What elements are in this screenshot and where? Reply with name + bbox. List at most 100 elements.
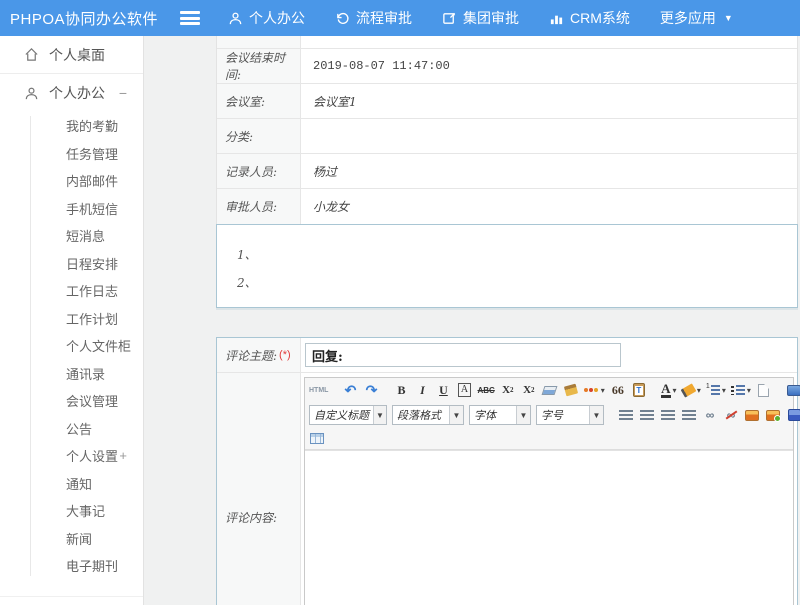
history-icon: [335, 11, 350, 26]
align-right-icon[interactable]: [660, 407, 676, 424]
font-size-select[interactable]: 字号 ▼: [536, 405, 604, 425]
redo-icon[interactable]: ↷: [363, 382, 379, 399]
align-left-icon[interactable]: [618, 407, 634, 424]
bold-button[interactable]: B: [393, 382, 409, 399]
sidebar-item-label: 内部邮件: [66, 171, 118, 190]
doodle-icon[interactable]: [584, 382, 605, 399]
rich-text-editor: HTML ↶ ↷ B I U A ABC X2 X2: [304, 377, 794, 605]
sidebar-item-label: 任务管理: [66, 144, 118, 163]
menu-toggle-icon[interactable]: [180, 11, 200, 25]
paragraph-format-select[interactable]: 段落格式 ▼: [392, 405, 464, 425]
sidebar-item-internal-mail[interactable]: 内部邮件: [0, 167, 143, 195]
meeting-minutes-box[interactable]: 1、 2、: [216, 224, 798, 308]
sidebar-item-label: 个人桌面: [49, 45, 105, 65]
required-mark: (*): [279, 349, 291, 361]
row-label: 记录人员:: [217, 154, 301, 188]
nav-group-approval[interactable]: 集团审批: [442, 8, 519, 28]
source-code-button[interactable]: HTML: [309, 382, 328, 399]
minutes-line: 1、: [237, 241, 797, 269]
sidebar-item-e-journal[interactable]: 电子期刊: [0, 552, 143, 580]
sidebar-item-contacts[interactable]: 通讯录: [0, 360, 143, 388]
sidebar-item-workflow-approval[interactable]: 流程审批 +: [0, 596, 143, 605]
insert-table-icon[interactable]: [309, 430, 325, 447]
insert-image-icon[interactable]: [744, 407, 760, 424]
comment-form: 评论主题: (*) 评论内容: HTML ↶ ↷ B: [216, 337, 798, 605]
font-color-icon[interactable]: A: [661, 382, 677, 399]
sidebar-item-announcement[interactable]: 公告: [0, 415, 143, 443]
app-header: PHPOA协同办公软件 个人办公 流程审批: [0, 0, 800, 36]
row-value: 杨过: [301, 154, 797, 188]
editor-toolbar-row-2: 自定义标题 ▼ 段落格式 ▼ 字体 ▼ 字号 ▼: [305, 402, 793, 428]
sidebar-item-personal-desktop[interactable]: 个人桌面: [0, 36, 143, 74]
nav-more-apps[interactable]: 更多应用 ▼: [660, 8, 733, 28]
strikethrough-button[interactable]: ABC: [477, 382, 494, 399]
paste-text-icon[interactable]: T: [631, 382, 647, 399]
table-row-meeting-end-time: 会议结束时间: 2019-08-07 11:47:00: [217, 49, 797, 84]
sidebar-item-label: 个人设置: [66, 446, 118, 465]
comment-content-label: 评论内容:: [217, 373, 301, 605]
top-nav: 个人办公 流程审批 集团审批 CRM系统: [228, 8, 733, 28]
comment-subject-label: 评论主题: (*): [217, 338, 301, 372]
row-value: 小龙女: [301, 189, 797, 224]
insert-media-icon[interactable]: [786, 407, 800, 424]
unordered-list-icon[interactable]: [731, 382, 751, 399]
sidebar-item-label: 个人办公: [49, 83, 105, 103]
sidebar-item-notice[interactable]: 通知: [0, 470, 143, 498]
expand-icon[interactable]: +: [119, 448, 127, 463]
format-brush-icon[interactable]: [563, 382, 579, 399]
sidebar-item-task-management[interactable]: 任务管理: [0, 140, 143, 168]
sidebar-item-personal-file-cabinet[interactable]: 个人文件柜: [0, 332, 143, 360]
font-family-select[interactable]: 字体 ▼: [469, 405, 531, 425]
ordered-list-icon[interactable]: [706, 382, 726, 399]
sidebar-item-personal-office[interactable]: 个人办公 −: [0, 74, 143, 112]
sidebar-item-label: 电子期刊: [66, 556, 118, 575]
sidebar-item-my-attendance[interactable]: 我的考勤: [0, 112, 143, 140]
screenshot-icon[interactable]: [765, 407, 781, 424]
nav-label: 集团审批: [463, 8, 519, 28]
sidebar-item-news[interactable]: 新闻: [0, 525, 143, 553]
sidebar-item-mobile-sms[interactable]: 手机短信: [0, 195, 143, 223]
editor-content-area[interactable]: [305, 450, 793, 605]
heading-select[interactable]: 自定义标题 ▼: [309, 405, 387, 425]
sidebar-item-schedule[interactable]: 日程安排: [0, 250, 143, 278]
row-label: 分类:: [217, 119, 301, 153]
row-label: 会议结束时间:: [217, 49, 301, 83]
nav-personal-office[interactable]: 个人办公: [228, 8, 305, 28]
italic-button[interactable]: I: [414, 382, 430, 399]
insert-link-icon[interactable]: ∞: [702, 407, 718, 424]
underline-button[interactable]: U: [435, 382, 451, 399]
sidebar-item-personal-settings[interactable]: 个人设置 +: [0, 442, 143, 470]
minutes-line: 2、: [237, 269, 797, 297]
sidebar-item-work-log[interactable]: 工作日志: [0, 277, 143, 305]
align-center-icon[interactable]: [639, 407, 655, 424]
nav-label: 更多应用: [660, 8, 716, 28]
collapse-icon[interactable]: −: [119, 85, 127, 101]
chart-icon: [549, 11, 564, 26]
sidebar-item-major-events[interactable]: 大事记: [0, 497, 143, 525]
highlight-color-icon[interactable]: [682, 382, 701, 399]
sidebar-item-work-plan[interactable]: 工作计划: [0, 305, 143, 333]
remove-link-icon[interactable]: ∞: [723, 407, 739, 424]
undo-icon[interactable]: ↶: [342, 382, 358, 399]
nav-workflow-approval[interactable]: 流程审批: [335, 8, 412, 28]
row-value: [301, 119, 797, 153]
char-border-button[interactable]: A: [458, 383, 471, 397]
remove-format-icon[interactable]: [542, 382, 558, 399]
sidebar-item-label: 大事记: [66, 501, 105, 520]
fullscreen-icon[interactable]: [786, 382, 800, 399]
sidebar-item-label: 手机短信: [66, 199, 118, 218]
new-page-icon[interactable]: [756, 382, 772, 399]
nav-crm-system[interactable]: CRM系统: [549, 8, 630, 28]
comment-subject-input[interactable]: [305, 343, 621, 367]
row-label: 审批人员:: [217, 189, 301, 224]
sidebar-item-short-message[interactable]: 短消息: [0, 222, 143, 250]
table-row: [217, 36, 797, 49]
person-icon: [228, 11, 243, 26]
sidebar-item-label: 通讯录: [66, 364, 105, 383]
subscript-button[interactable]: X2: [521, 382, 537, 399]
sidebar-item-meeting-management[interactable]: 会议管理: [0, 387, 143, 415]
superscript-button[interactable]: X2: [500, 382, 516, 399]
justify-icon[interactable]: [681, 407, 697, 424]
sidebar-item-label: 工作日志: [66, 281, 118, 300]
blockquote-button[interactable]: 66: [610, 382, 626, 399]
